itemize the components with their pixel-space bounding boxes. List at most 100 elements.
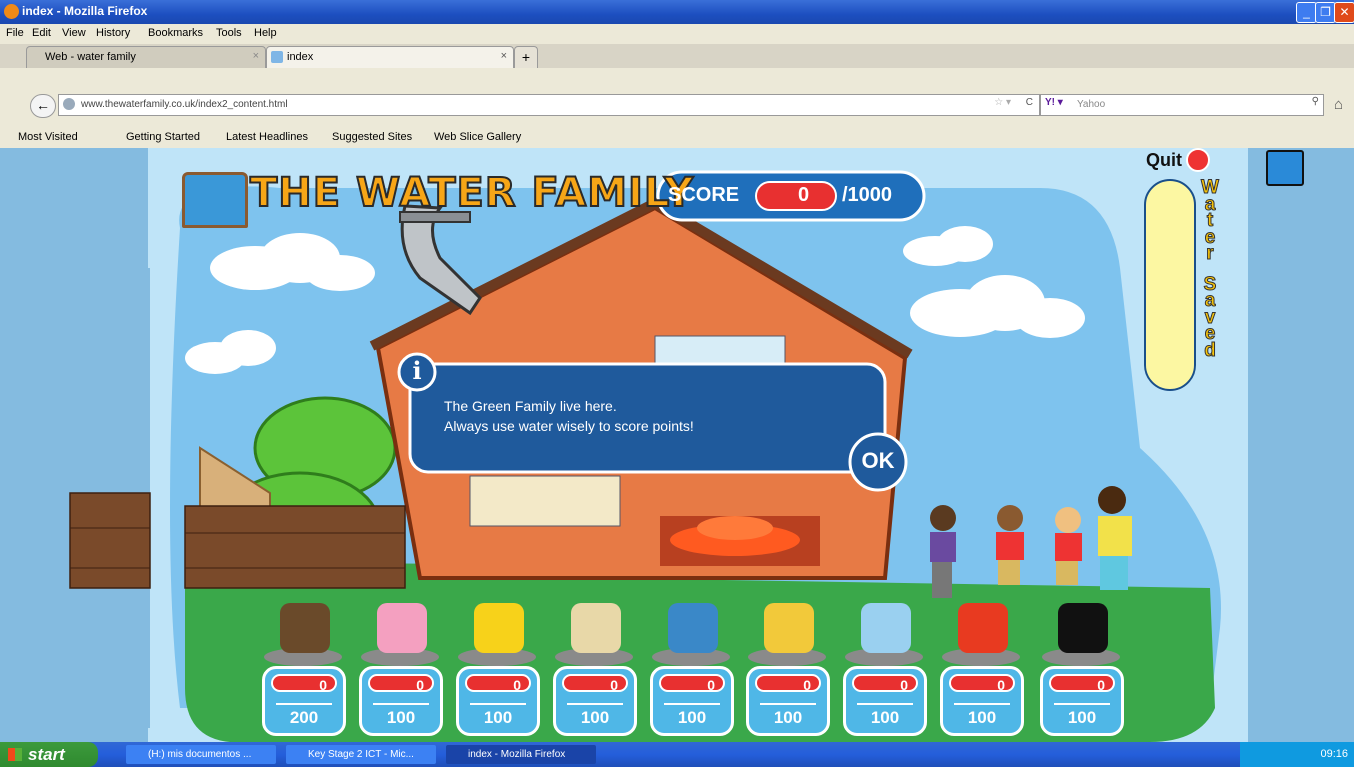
slot-divider bbox=[470, 703, 526, 705]
address-url: www.thewaterfamily.co.uk/index2_content.… bbox=[81, 99, 288, 110]
hedgehogs-icon[interactable] bbox=[280, 603, 330, 653]
slot-count: 0 bbox=[659, 674, 725, 693]
close-tab-icon[interactable]: × bbox=[501, 50, 507, 62]
back-button[interactable]: ← bbox=[30, 94, 56, 118]
logo-fishbowl-icon bbox=[182, 172, 248, 228]
slot-divider bbox=[567, 703, 623, 705]
game-logo: THE WATER FAMILY bbox=[249, 169, 695, 217]
slot-count: 0 bbox=[368, 674, 434, 693]
taskbar: start (H:) mis documentos ... Key Stage … bbox=[0, 742, 1354, 767]
menu-bookmarks[interactable]: Bookmarks bbox=[148, 27, 203, 39]
slot-count: 0 bbox=[852, 674, 918, 693]
new-tab-button[interactable]: + bbox=[514, 46, 538, 68]
menu-help[interactable]: Help bbox=[254, 27, 277, 39]
menu-history[interactable]: History bbox=[96, 27, 130, 39]
close-tab-icon[interactable]: × bbox=[253, 50, 259, 62]
save-disk-icon[interactable] bbox=[1266, 150, 1304, 186]
taskbar-item-documents[interactable]: (H:) mis documentos ... bbox=[126, 745, 276, 764]
home-icon[interactable]: ⌂ bbox=[1334, 96, 1343, 113]
menu-edit[interactable]: Edit bbox=[32, 27, 51, 39]
slot-divider bbox=[373, 703, 429, 705]
rubber-duck-icon[interactable] bbox=[474, 603, 524, 653]
water-saved-label: Water Saved bbox=[1201, 177, 1220, 361]
laundry-basket-icon[interactable] bbox=[764, 603, 814, 653]
system-tray: 09:16 bbox=[1240, 742, 1354, 767]
globe-icon bbox=[63, 98, 75, 110]
start-button[interactable]: start bbox=[0, 742, 98, 767]
quit-label: Quit bbox=[1146, 150, 1182, 171]
bookmark-suggested-sites[interactable]: Suggested Sites bbox=[332, 131, 412, 143]
clock: 09:16 bbox=[1320, 748, 1348, 760]
tab-label: index bbox=[287, 51, 314, 63]
info-icon: i bbox=[412, 356, 422, 385]
minimize-icon[interactable]: _ bbox=[1296, 2, 1317, 23]
star-bookmark-icon[interactable]: ☆ ▾ bbox=[994, 97, 1011, 108]
dialog-line-2: Always use water wisely to score points! bbox=[444, 418, 694, 434]
tab-bar: Web - water family × index × + bbox=[0, 44, 1354, 69]
firefox-icon bbox=[4, 4, 19, 19]
windows-flag-icon bbox=[8, 748, 22, 761]
taskbar-item-key-stage[interactable]: Key Stage 2 ICT - Mic... bbox=[286, 745, 436, 764]
slot-divider bbox=[1054, 703, 1110, 705]
slot-count: 0 bbox=[1049, 674, 1115, 693]
stop-icon bbox=[1186, 148, 1211, 172]
slot-points: 100 bbox=[870, 708, 900, 727]
bookmark-web-slice-gallery[interactable]: Web Slice Gallery bbox=[434, 131, 521, 143]
bookmark-getting-started[interactable]: Getting Started bbox=[126, 131, 200, 143]
search-icon[interactable]: ⚲ bbox=[1312, 96, 1319, 107]
slot-divider bbox=[954, 703, 1010, 705]
game-area: THE WATER FAMILY SCORE 0 /1000 Quit Wate… bbox=[0, 148, 1354, 742]
slot-divider bbox=[664, 703, 720, 705]
slot-points: 100 bbox=[677, 708, 707, 727]
slot-count: 0 bbox=[562, 674, 628, 693]
bookmark-latest-headlines[interactable]: Latest Headlines bbox=[226, 131, 308, 143]
slot-count: 0 bbox=[949, 674, 1015, 693]
bookmarks-bar: Most Visited Getting Started Latest Head… bbox=[0, 128, 1354, 149]
menu-tools[interactable]: Tools bbox=[216, 27, 242, 39]
slot-divider bbox=[857, 703, 913, 705]
slot-points: 100 bbox=[386, 708, 416, 727]
bottle-icon[interactable] bbox=[668, 603, 718, 653]
menu-file[interactable]: File bbox=[6, 27, 24, 39]
slot-count: 0 bbox=[465, 674, 531, 693]
score-max: /1000 bbox=[842, 184, 893, 206]
slot-divider bbox=[760, 703, 816, 705]
close-icon[interactable]: ✕ bbox=[1334, 2, 1354, 23]
slot-count: 0 bbox=[271, 674, 337, 693]
slot-points: 100 bbox=[773, 708, 803, 727]
score-value: 0 bbox=[798, 184, 810, 206]
slot-divider bbox=[276, 703, 332, 705]
address-bar[interactable]: www.thewaterfamily.co.uk/index2_content.… bbox=[58, 94, 1040, 116]
menu-bar: File Edit View History Bookmarks Tools H… bbox=[0, 24, 1354, 44]
quit-button[interactable]: Quit bbox=[1146, 148, 1211, 174]
taskbar-item-firefox[interactable]: index - Mozilla Firefox bbox=[446, 745, 596, 764]
slot-points: 100 bbox=[1067, 708, 1097, 727]
yahoo-icon: Y! ▾ bbox=[1045, 97, 1063, 108]
tab-index[interactable]: index × bbox=[266, 46, 514, 68]
score-label: SCORE bbox=[668, 184, 740, 206]
slot-count: 0 bbox=[755, 674, 821, 693]
bookmark-most-visited[interactable]: Most Visited bbox=[18, 131, 78, 143]
start-label: start bbox=[28, 745, 65, 764]
car-icon[interactable] bbox=[958, 603, 1008, 653]
dentures-glass-icon[interactable] bbox=[377, 603, 427, 653]
window-title: index - Mozilla Firefox bbox=[22, 4, 148, 18]
slot-points: 100 bbox=[483, 708, 513, 727]
restore-icon[interactable]: ❐ bbox=[1315, 2, 1336, 23]
tab-label: Web - water family bbox=[45, 51, 136, 63]
slot-points: 100 bbox=[580, 708, 610, 727]
search-placeholder: Yahoo bbox=[1077, 99, 1106, 110]
menu-view[interactable]: View bbox=[62, 27, 86, 39]
fence bbox=[69, 492, 406, 589]
mystery-box-icon[interactable] bbox=[1058, 603, 1108, 653]
glasses-cups-icon[interactable] bbox=[861, 603, 911, 653]
reload-icon[interactable]: C bbox=[1026, 97, 1033, 108]
search-input[interactable]: Y! ▾ Yahoo ⚲ bbox=[1040, 94, 1324, 116]
ok-button[interactable]: OK bbox=[852, 448, 904, 474]
slot-points: 100 bbox=[967, 708, 997, 727]
dialog-line-1: The Green Family live here. bbox=[444, 398, 617, 414]
tab-web-water-family[interactable]: Web - water family × bbox=[26, 46, 266, 68]
tab-favicon-icon bbox=[271, 51, 283, 63]
toilet-roll-icon[interactable] bbox=[571, 603, 621, 653]
water-meter bbox=[1144, 179, 1196, 391]
